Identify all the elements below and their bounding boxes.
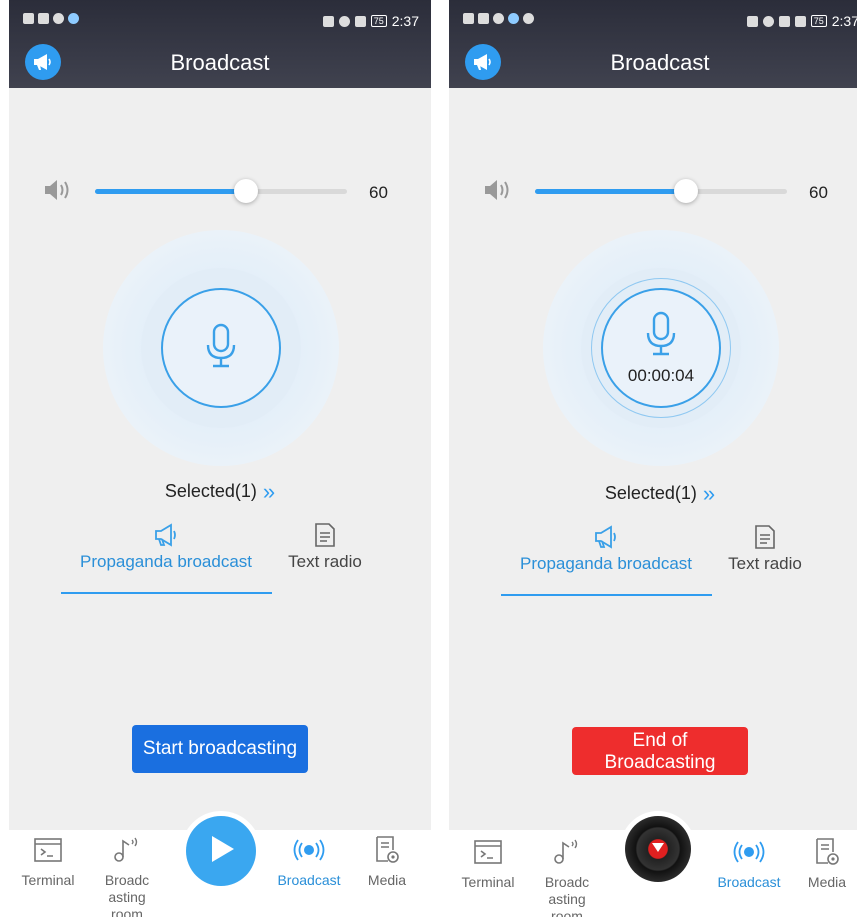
hd-icon [23,13,34,24]
status-bar: 75 2:37 [9,0,431,40]
tab-text-radio[interactable]: Text radio [271,522,379,572]
alarm-icon [762,15,774,27]
selected-label: Selected(1) [164,481,257,501]
mic-halo [103,230,339,466]
speaker-icon [43,178,73,202]
signal-icon [38,13,49,24]
nav-label: Media [367,872,407,888]
megaphone-icon [501,524,711,554]
microphone-icon [644,311,678,362]
status-time: 2:37 [391,13,419,29]
record-button[interactable] [161,288,281,408]
nav-broadcasting-room[interactable]: Broadc asting room [91,830,163,917]
status-time: 2:37 [831,13,857,29]
nav-label: Terminal [21,872,75,888]
start-broadcasting-button[interactable]: Start broadcasting [132,725,308,773]
play-button[interactable] [186,816,256,886]
tab-label: Text radio [288,552,362,571]
microphone-icon [204,323,238,374]
music-note-icon [531,836,603,868]
mic-halo: 00:00:04 [543,230,779,466]
status-left [23,13,79,24]
terminal-icon [15,834,81,866]
selected-terminals[interactable]: Selected(1)» [449,481,857,507]
screen-idle: 75 2:37 Broadcast 60 Selected(1)» Propag [9,0,431,917]
tab-label: Text radio [728,554,802,573]
media-file-icon [794,836,857,868]
status-right: 75 2:37 [322,13,419,29]
tab-label: Propaganda broadcast [79,552,253,571]
volume-thumb[interactable] [674,179,699,203]
mic-status-icon [778,15,790,27]
megaphone-icon [61,522,271,552]
double-chevron-right-icon: » [702,481,716,506]
nfc-icon [746,15,758,27]
battery-icon: 75 [370,15,387,27]
page-title: Broadcast [170,50,270,75]
mute-icon [794,15,806,27]
battery-icon: 75 [810,15,827,27]
alarm-icon [338,15,350,27]
nav-terminal[interactable]: Terminal [455,832,521,891]
location-icon [523,13,534,24]
nav-media[interactable]: Media [354,830,420,889]
tab-propaganda-broadcast[interactable]: Propaganda broadcast [61,522,271,572]
nav-terminal[interactable]: Terminal [15,830,81,889]
nav-broadcasting-room[interactable]: Broadc asting room [531,832,603,917]
selected-terminals[interactable]: Selected(1)» [9,479,431,505]
selected-label: Selected(1) [604,483,697,503]
nav-broadcast[interactable]: Broadcast [271,830,347,889]
vinyl-disc-button[interactable] [625,816,691,882]
status-left [463,13,534,24]
signal-icon [478,13,489,24]
nav-label: Media [807,874,847,890]
volume-fill [535,189,687,194]
record-button[interactable]: 00:00:04 [601,288,721,408]
tab-text-radio[interactable]: Text radio [711,524,819,574]
app-header: 75 2:37 Broadcast [9,0,431,88]
end-broadcasting-button[interactable]: End of Broadcasting [572,727,748,775]
tab-label: Propaganda broadcast [519,554,693,573]
active-tab-indicator [61,592,272,594]
page-title: Broadcast [610,50,710,75]
status-bar: 75 2:37 [449,0,857,40]
play-icon [206,833,236,870]
status-right: 75 2:37 [746,13,857,29]
vinyl-disc-icon [651,840,665,858]
notification-icon [508,13,519,24]
nav-label: Terminal [461,874,515,890]
screen-recording: 75 2:37 Broadcast 60 00:00:04 Selected(1… [449,0,857,917]
volume-slider[interactable] [95,178,347,204]
nfc-icon [322,15,334,27]
speaker-icon [483,178,513,202]
active-tab-indicator [501,594,712,596]
nav-label: Broadc asting room [544,874,590,917]
mute-icon [354,15,366,27]
document-icon [711,524,819,554]
nav-label: Broadcast [717,874,781,890]
wifi-icon [53,13,64,24]
nav-label: Broadcast [277,872,341,888]
volume-fill [95,189,247,194]
hd-icon [463,13,474,24]
volume-thumb[interactable] [234,179,259,203]
volume-value: 60 [809,183,828,202]
recording-timer: 00:00:04 [627,365,695,385]
nav-label: Broadc asting room [104,872,150,917]
music-note-icon [91,834,163,866]
volume-slider[interactable] [535,178,787,204]
app-header: 75 2:37 Broadcast [449,0,857,88]
broadcast-icon [711,836,787,868]
broadcast-icon [271,834,347,866]
media-file-icon [354,834,420,866]
double-chevron-right-icon: » [262,479,276,504]
volume-value: 60 [369,183,388,202]
tab-propaganda-broadcast[interactable]: Propaganda broadcast [501,524,711,574]
document-icon [271,522,379,552]
terminal-icon [455,836,521,868]
wifi-icon [493,13,504,24]
notification-icon [68,13,79,24]
nav-broadcast[interactable]: Broadcast [711,832,787,891]
nav-media[interactable]: Media [794,832,857,891]
